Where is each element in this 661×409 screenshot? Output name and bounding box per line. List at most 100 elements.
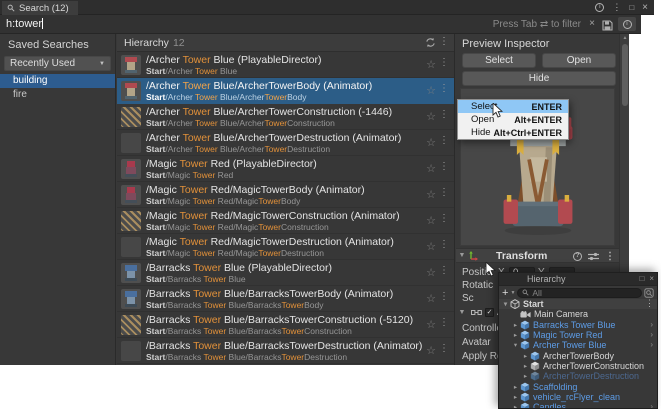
foldout-arrow-icon[interactable]: ▸	[511, 331, 520, 339]
titlebar-controls: i ⋮ □ ×	[595, 0, 648, 15]
result-row[interactable]: /Magic Tower Red/MagicTowerDestruction (…	[117, 234, 454, 260]
foldout-arrow-icon[interactable]: ▾	[511, 341, 520, 349]
open-button[interactable]: Open	[542, 53, 616, 68]
favorite-star-icon[interactable]: ☆	[426, 318, 436, 331]
presets-icon[interactable]	[588, 252, 599, 261]
favorite-star-icon[interactable]: ☆	[426, 240, 436, 253]
context-menu-item[interactable]: OpenAlt+ENTER	[458, 113, 568, 126]
select-button[interactable]: Select	[462, 53, 536, 68]
row-menu-icon[interactable]: ⋮	[439, 213, 449, 224]
window-menu-icon[interactable]: ⋮	[612, 2, 621, 13]
transform-section-header[interactable]: ▼ Transform ? ⋮	[456, 248, 619, 263]
row-menu-icon[interactable]: ⋮	[439, 83, 449, 94]
clear-search-icon[interactable]: ×	[589, 18, 595, 29]
favorite-star-icon[interactable]: ☆	[426, 136, 436, 149]
foldout-arrow-icon[interactable]: ▸	[521, 372, 530, 380]
result-row[interactable]: /Barracks Tower Blue/BarracksTowerBody (…	[117, 286, 454, 312]
result-row[interactable]: /Magic Tower Red/MagicTowerBody (Animato…	[117, 182, 454, 208]
hierarchy-maximize-icon[interactable]: □	[639, 274, 644, 283]
saved-search-item[interactable]: fire	[0, 88, 115, 102]
favorite-star-icon[interactable]: ☆	[426, 266, 436, 279]
favorite-star-icon[interactable]: ☆	[426, 214, 436, 227]
foldout-arrow-icon[interactable]: ▸	[511, 383, 520, 391]
hierarchy-tree-item[interactable]: Main Camera	[499, 309, 657, 319]
favorite-star-icon[interactable]: ☆	[426, 58, 436, 71]
scene-menu-icon[interactable]: ⋮	[645, 299, 654, 309]
favorite-star-icon[interactable]: ☆	[426, 292, 436, 305]
hierarchy-tree-item[interactable]: ▸vehicle_rcFlyer_clean	[499, 392, 657, 402]
foldout-arrow-icon[interactable]: ▸	[521, 352, 530, 360]
row-menu-icon[interactable]: ⋮	[439, 187, 449, 198]
add-object-button[interactable]: +	[502, 288, 508, 298]
search-info-button[interactable]: i	[618, 17, 636, 31]
hierarchy-tree-item[interactable]: ▸ArcherTowerBody	[499, 350, 657, 360]
result-row[interactable]: /Barracks Tower Blue (PlayableDirector)S…	[117, 260, 454, 286]
favorite-star-icon[interactable]: ☆	[426, 110, 436, 123]
sync-search-icon[interactable]	[425, 37, 436, 51]
foldout-arrow-icon[interactable]: ▼	[456, 309, 468, 316]
row-menu-icon[interactable]: ⋮	[439, 109, 449, 120]
search-bar[interactable]: h:tower Press Tab ⇄ to filter × i	[0, 15, 641, 34]
foldout-arrow-icon[interactable]: ▸	[511, 321, 520, 329]
foldout-arrow-icon[interactable]: ▾	[501, 300, 510, 308]
prefab-chevron-icon[interactable]: ›	[650, 402, 653, 408]
window-close-icon[interactable]: ×	[642, 2, 648, 13]
row-menu-icon[interactable]: ⋮	[439, 57, 449, 68]
row-menu-icon[interactable]: ⋮	[439, 291, 449, 302]
menu-item-shortcut: ENTER	[531, 102, 562, 112]
context-menu-item[interactable]: HideAlt+Ctrl+ENTER	[458, 126, 568, 139]
animator-enabled-checkbox[interactable]: ✓	[485, 308, 494, 317]
hierarchy-search-field[interactable]: All	[517, 288, 642, 298]
result-row[interactable]: /Archer Tower Blue/ArcherTowerBody (Anim…	[117, 78, 454, 104]
row-menu-icon[interactable]: ⋮	[439, 343, 449, 354]
prefab-chevron-icon[interactable]: ›	[650, 340, 653, 349]
favorite-star-icon[interactable]: ☆	[426, 188, 436, 201]
hierarchy-tree-item[interactable]: ▸Barracks Tower Blue›	[499, 320, 657, 330]
hierarchy-tree-item[interactable]: ▸Magic Tower Red›	[499, 330, 657, 340]
saved-search-item[interactable]: building	[0, 74, 115, 88]
hierarchy-tree-item[interactable]: ▸ArcherTowerDestruction	[499, 371, 657, 381]
result-row[interactable]: /Archer Tower Blue/ArcherTowerConstructi…	[117, 104, 454, 130]
favorite-star-icon[interactable]: ☆	[426, 84, 436, 97]
foldout-arrow-icon[interactable]: ▸	[511, 393, 520, 401]
foldout-arrow-icon[interactable]: ▼	[456, 252, 468, 259]
foldout-arrow-icon[interactable]: ▸	[521, 362, 530, 370]
search-window-tab[interactable]: Search (12)	[2, 1, 78, 15]
prefab-chevron-icon[interactable]: ›	[650, 320, 653, 329]
hierarchy-tree-item[interactable]: ▾Archer Tower Blue›	[499, 340, 657, 350]
hierarchy-tab[interactable]: Hierarchy	[527, 274, 566, 284]
search-input[interactable]: h:tower	[6, 18, 43, 30]
foldout-arrow-icon[interactable]: ▸	[511, 403, 520, 408]
row-menu-icon[interactable]: ⋮	[439, 265, 449, 276]
window-maximize-icon[interactable]: □	[629, 3, 634, 12]
favorite-star-icon[interactable]: ☆	[426, 344, 436, 357]
hide-button[interactable]: Hide	[462, 71, 616, 86]
row-menu-icon[interactable]: ⋮	[439, 239, 449, 250]
prefab-chevron-icon[interactable]: ›	[650, 330, 653, 339]
saved-searches-sort-dropdown[interactable]: Recently Used ▼	[4, 56, 111, 71]
result-row[interactable]: /Archer Tower Blue/ArcherTowerDestructio…	[117, 130, 454, 156]
row-menu-icon[interactable]: ⋮	[439, 135, 449, 146]
favorite-star-icon[interactable]: ☆	[426, 162, 436, 175]
hierarchy-tree-item[interactable]: ▸Candles›	[499, 402, 657, 408]
row-menu-icon[interactable]: ⋮	[439, 317, 449, 328]
result-row[interactable]: /Barracks Tower Blue/BarracksTowerConstr…	[117, 312, 454, 338]
result-path: Start/Archer Tower Blue/ArcherTowerBody	[146, 92, 307, 102]
result-row[interactable]: /Archer Tower Blue (PlayableDirector)Sta…	[117, 52, 454, 78]
result-row[interactable]: /Magic Tower Red (PlayableDirector)Start…	[117, 156, 454, 182]
hierarchy-tree-item[interactable]: ▸Scaffolding	[499, 381, 657, 391]
search-by-type-icon[interactable]	[644, 288, 654, 298]
result-row[interactable]: /Barracks Tower Blue/BarracksTowerDestru…	[117, 338, 454, 364]
window-info-icon[interactable]: i	[595, 3, 604, 12]
hierarchy-tree-item[interactable]: ▾Start⋮	[499, 299, 657, 309]
row-menu-icon[interactable]: ⋮	[439, 161, 449, 172]
context-menu-item[interactable]: SelectENTER	[458, 100, 568, 113]
help-icon[interactable]: ?	[573, 252, 582, 261]
transform-menu-icon[interactable]: ⋮	[605, 251, 615, 262]
hierarchy-close-icon[interactable]: ×	[649, 274, 654, 283]
results-menu-icon[interactable]: ⋮	[439, 36, 449, 47]
scroll-up-icon[interactable]: ▲	[620, 35, 630, 41]
scrollbar-thumb[interactable]	[622, 44, 628, 106]
result-row[interactable]: /Magic Tower Red/MagicTowerConstruction …	[117, 208, 454, 234]
hierarchy-tree-item[interactable]: ▸ArcherTowerConstruction	[499, 361, 657, 371]
